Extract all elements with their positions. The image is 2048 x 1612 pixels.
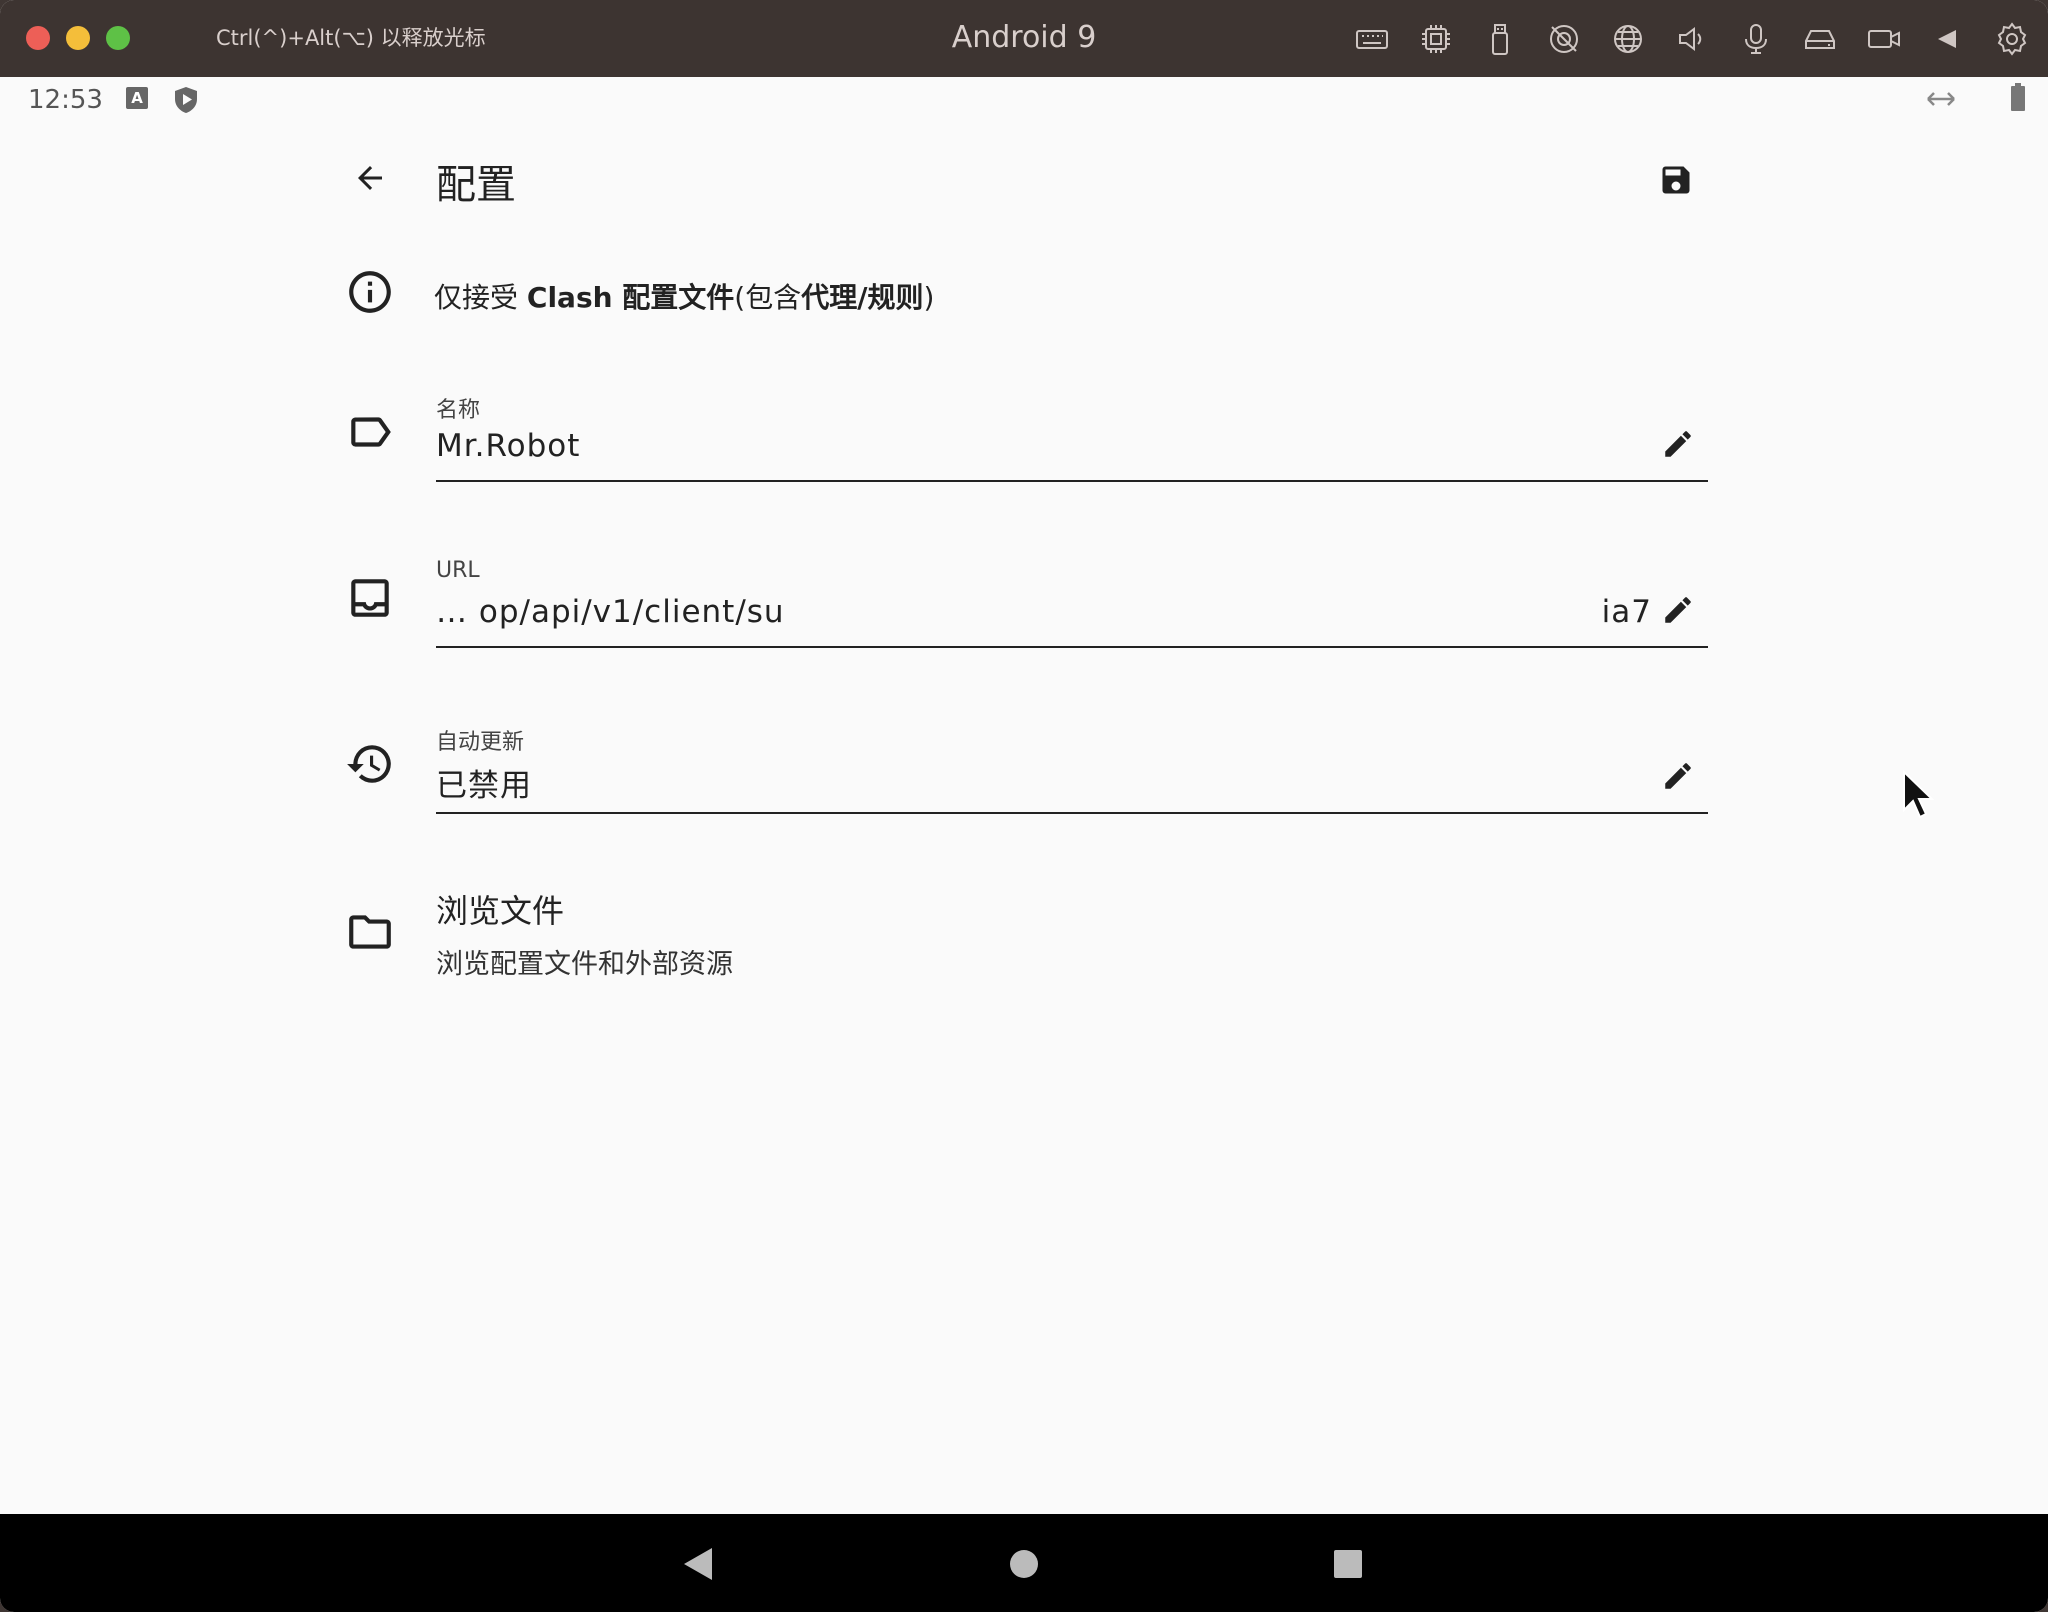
nav-back-button[interactable] <box>670 1536 726 1592</box>
drive-icon[interactable] <box>1798 18 1842 60</box>
notification-a-icon: A <box>126 87 148 109</box>
back-button[interactable] <box>346 154 394 202</box>
zoom-window-button[interactable] <box>106 26 130 50</box>
nav-back-icon <box>684 1548 712 1580</box>
auto-update-field-underline <box>436 812 1708 814</box>
keyboard-icon[interactable] <box>1350 18 1394 60</box>
globe-icon[interactable] <box>1606 18 1650 60</box>
url-field-value-end: ia7 <box>1601 594 1652 630</box>
info-icon <box>342 264 398 320</box>
auto-update-field-value: 已禁用 <box>436 768 532 804</box>
page-title: 配置 <box>436 162 516 208</box>
nav-recents-icon <box>1334 1550 1362 1578</box>
back-triangle-icon[interactable] <box>1926 18 1970 60</box>
url-field[interactable]: URL … op/api/v1/client/su ia7 <box>436 558 1708 654</box>
browse-files-item[interactable]: 浏览文件 <box>436 886 564 932</box>
url-field-label: URL <box>436 558 480 583</box>
save-button[interactable] <box>1652 156 1700 204</box>
mouse-cursor-icon <box>1903 770 1935 819</box>
emulator-window: Ctrl(^)+Alt(⌥) 以释放光标 Android 9 12:53 A 配… <box>0 0 2048 1612</box>
info-message: 仅接受 Clash 配置文件(包含代理/规则) <box>434 281 935 314</box>
name-field[interactable]: 名称 Mr.Robot <box>436 392 1708 488</box>
minimize-window-button[interactable] <box>66 26 90 50</box>
browse-files-subtitle: 浏览配置文件和外部资源 <box>436 949 733 980</box>
android-status-bar: 12:53 A <box>0 77 2048 123</box>
update-history-icon <box>342 736 398 792</box>
pencil-icon <box>1665 597 1691 623</box>
android-nav-bar <box>0 1514 2048 1612</box>
release-cursor-hint: Ctrl(^)+Alt(⌥) 以释放光标 <box>216 26 486 50</box>
folder-icon <box>342 904 398 960</box>
save-icon <box>1662 166 1690 194</box>
vpn-shield-icon <box>175 87 197 113</box>
name-field-underline <box>436 480 1708 482</box>
nav-home-icon <box>1010 1550 1038 1578</box>
nav-home-button[interactable] <box>996 1536 1052 1592</box>
camera-off-icon[interactable] <box>1542 18 1586 60</box>
url-field-value-start: … op/api/v1/client/su <box>436 594 785 630</box>
data-arrows-icon <box>1927 92 1955 106</box>
url-field-underline <box>436 646 1708 648</box>
name-field-value: Mr.Robot <box>436 428 581 464</box>
video-icon[interactable] <box>1862 18 1906 60</box>
edit-auto-update-button[interactable] <box>1656 754 1700 798</box>
arrow-back-icon <box>358 166 382 190</box>
usb-icon[interactable] <box>1478 18 1522 60</box>
gear-icon[interactable] <box>1990 18 2034 60</box>
inbox-icon <box>342 570 398 626</box>
speaker-icon[interactable] <box>1670 18 1714 60</box>
microphone-icon[interactable] <box>1734 18 1778 60</box>
status-time: 12:53 <box>28 85 103 115</box>
close-window-button[interactable] <box>26 26 50 50</box>
pencil-icon <box>1665 431 1691 457</box>
auto-update-field[interactable]: 自动更新 已禁用 <box>436 724 1708 820</box>
cpu-icon[interactable] <box>1414 18 1458 60</box>
pencil-icon <box>1665 763 1691 789</box>
edit-name-button[interactable] <box>1656 422 1700 466</box>
battery-icon <box>2011 83 2025 111</box>
name-field-label: 名称 <box>436 398 481 423</box>
auto-update-field-label: 自动更新 <box>436 730 525 755</box>
edit-url-button[interactable] <box>1656 588 1700 632</box>
window-toolbar <box>1350 18 2034 60</box>
window-titlebar: Ctrl(^)+Alt(⌥) 以释放光标 Android 9 <box>0 0 2048 77</box>
label-icon <box>342 404 398 460</box>
nav-recents-button[interactable] <box>1320 1536 1376 1592</box>
